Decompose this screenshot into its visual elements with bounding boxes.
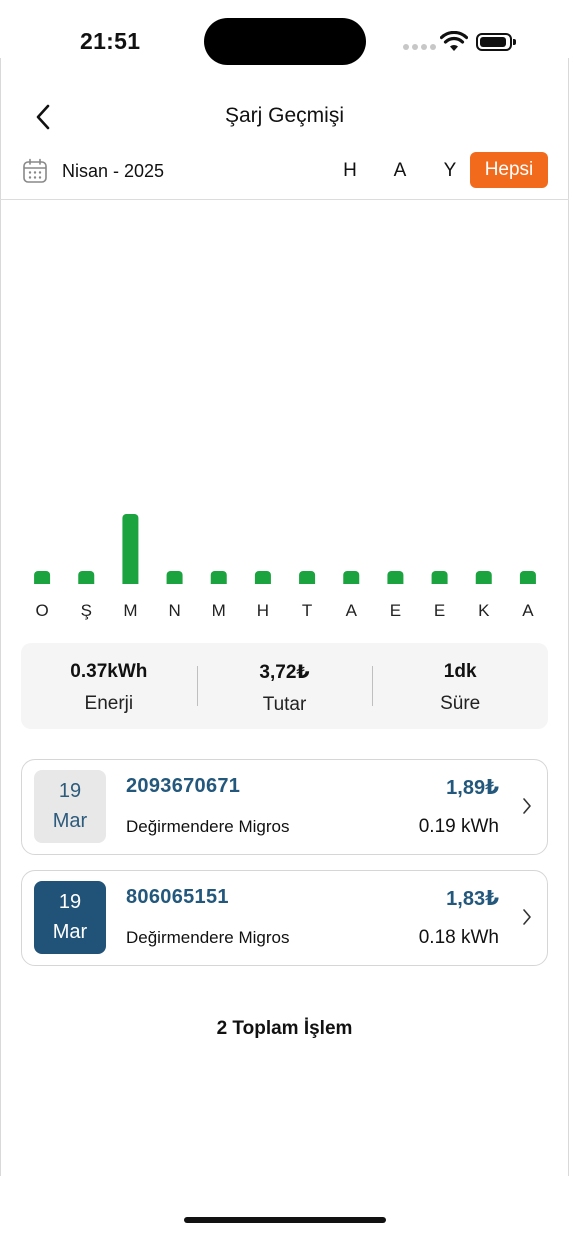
transaction-location: Değirmendere Migros [126, 928, 290, 947]
filter-option-h[interactable]: H [335, 160, 365, 182]
chart-tick-label-10: K [478, 601, 490, 620]
summary-duration: 1dk Süre [372, 643, 548, 729]
duration-label: Süre [440, 693, 481, 714]
transaction-card[interactable]: 19 Mar 806065151 Değirmendere Migros 1,8… [21, 870, 548, 966]
chart-tick-label-3: N [168, 601, 180, 620]
chart-tick-label-0: O [35, 601, 48, 620]
monthly-energy-chart: OŞMNMHTAEEKA [20, 200, 550, 630]
transaction-energy: 0.18 kWh [418, 927, 499, 948]
transaction-amount: 1,89₺ [446, 777, 499, 799]
status-bar: 21:51 [0, 0, 569, 84]
transaction-id: 806065151 [126, 886, 229, 908]
status-time: 21:51 [80, 28, 141, 54]
duration-value: 1dk [443, 661, 477, 682]
transaction-energy: 0.19 kWh [418, 816, 499, 837]
period-filter-bar: Nisan - 2025 H A Y Hepsi [0, 150, 569, 200]
chevron-right-icon [523, 909, 531, 925]
energy-label: Enerji [84, 693, 134, 714]
chevron-right-icon [523, 798, 531, 814]
summary-panel: 0.37kWh Enerji 3,72₺ Tutar 1dk Süre [21, 643, 548, 729]
selected-month[interactable]: Nisan - 2025 [62, 161, 164, 182]
chart-tick-label-5: H [257, 601, 269, 620]
chart-tick-label-8: E [390, 601, 401, 620]
filter-option-a[interactable]: A [385, 160, 415, 182]
amount-label: Tutar [262, 694, 307, 715]
home-indicator[interactable] [184, 1217, 386, 1223]
energy-value: 0.37kWh [70, 661, 148, 682]
summary-energy: 0.37kWh Enerji [21, 643, 197, 729]
dynamic-island [204, 18, 366, 65]
chart-tick-label-1: Ş [81, 601, 92, 620]
chart-baseline-mask [20, 584, 550, 590]
chart-tick-label-2: M [123, 601, 137, 620]
date-day: 19 [58, 780, 82, 802]
date-month: Mar [52, 921, 88, 943]
date-month: Mar [52, 810, 88, 832]
transaction-location: Değirmendere Migros [126, 817, 290, 836]
summary-amount: 3,72₺ Tutar [196, 643, 373, 729]
chart-tick-label-7: A [346, 601, 358, 620]
date-day: 19 [58, 891, 82, 913]
transaction-amount: 1,83₺ [446, 888, 499, 910]
battery-icon [476, 33, 516, 51]
bar-chart: OŞMNMHTAEEKA [20, 514, 550, 620]
transaction-date: 19 Mar [34, 881, 106, 954]
transaction-card[interactable]: 19 Mar 2093670671 Değirmendere Migros 1,… [21, 759, 548, 855]
chart-tick-label-9: E [434, 601, 445, 620]
transaction-id: 2093670671 [126, 775, 241, 797]
chart-tick-label-4: M [212, 601, 226, 620]
chart-tick-label-11: A [522, 601, 534, 620]
page-title: Şarj Geçmişi [224, 104, 345, 127]
chart-bar-2 [122, 514, 139, 588]
filter-option-all[interactable]: Hepsi [470, 152, 548, 188]
filter-option-y[interactable]: Y [435, 160, 465, 182]
calendar-icon[interactable] [22, 158, 48, 184]
cellular-signal-icon [403, 44, 436, 50]
transaction-date: 19 Mar [34, 770, 106, 843]
navigation-bar: Şarj Geçmişi [0, 92, 569, 142]
total-transactions: 2 Toplam İşlem [216, 1018, 353, 1039]
amount-value: 3,72₺ [259, 662, 310, 683]
chart-tick-label-6: T [302, 601, 312, 620]
wifi-icon [440, 31, 468, 51]
